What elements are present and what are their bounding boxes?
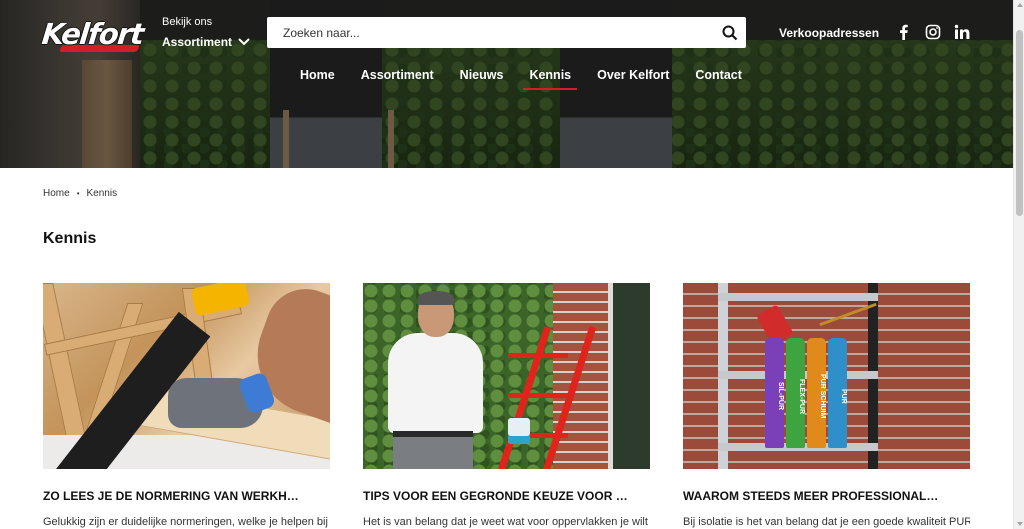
header-hero: Kelfort Bekijk ons Assortiment Verkoopad…: [0, 0, 1013, 168]
article-title[interactable]: ZO LEES JE DE NORMERING VAN WERKH…: [43, 489, 330, 503]
article-title[interactable]: WAAROM STEEDS MEER PROFESSIONAL…: [683, 489, 970, 503]
nav-home[interactable]: Home: [300, 68, 335, 88]
nav-contact[interactable]: Contact: [695, 68, 742, 88]
can-label: FLEX-PUR: [786, 338, 805, 448]
chevron-down-icon: [238, 38, 250, 46]
social-links: [896, 24, 970, 40]
assortment-dropdown[interactable]: Bekijk ons Assortiment: [162, 15, 250, 52]
scrollbar-thumb[interactable]: [1016, 30, 1023, 216]
instagram-icon[interactable]: [925, 24, 941, 40]
can-label: SIL-PUR: [765, 338, 784, 448]
article-title[interactable]: TIPS VOOR EEN GEGRONDE KEUZE VOOR …: [363, 489, 650, 503]
article-excerpt: Gelukkig zijn er duidelijke normeringen,…: [43, 516, 328, 528]
nav-nieuws[interactable]: Nieuws: [460, 68, 504, 88]
article-image-pur-cans[interactable]: SIL-PUR FLEX-PUR PUR SCHUIM PUR: [683, 283, 970, 469]
can-label: PUR SCHUIM: [807, 338, 826, 448]
article-excerpt: Het is van belang dat je weet wat voor o…: [363, 516, 648, 528]
article-image-ladder[interactable]: [363, 283, 650, 469]
page-title: Kennis: [43, 230, 97, 247]
search-button[interactable]: [714, 17, 746, 48]
article-card[interactable]: SIL-PUR FLEX-PUR PUR SCHUIM PUR WAAROM S…: [683, 283, 970, 528]
search-icon: [722, 25, 738, 40]
scroll-down-icon[interactable]: [1017, 522, 1023, 526]
breadcrumb: Home • Kennis: [43, 188, 117, 199]
article-excerpt: Bij isolatie is het van belang dat je ee…: [683, 516, 970, 528]
page-scrollbar[interactable]: [1013, 0, 1024, 529]
article-card[interactable]: ZO LEES JE DE NORMERING VAN WERKH… Geluk…: [43, 283, 330, 528]
assortment-caption: Bekijk ons: [162, 16, 213, 28]
breadcrumb-current[interactable]: Kennis: [87, 188, 118, 199]
can-label: PUR: [828, 338, 847, 448]
linkedin-icon[interactable]: [954, 24, 970, 40]
nav-assortiment[interactable]: Assortiment: [361, 68, 434, 88]
assortment-toggle[interactable]: Assortiment: [162, 32, 250, 52]
nav-kennis[interactable]: Kennis: [523, 68, 577, 90]
breadcrumb-home[interactable]: Home: [43, 188, 70, 199]
kelfort-logo[interactable]: Kelfort: [40, 17, 144, 52]
search-input[interactable]: [267, 17, 714, 48]
article-card[interactable]: TIPS VOOR EEN GEGRONDE KEUZE VOOR … Het …: [363, 283, 650, 528]
nav-over-kelfort[interactable]: Over Kelfort: [597, 68, 669, 88]
article-image-saw[interactable]: [43, 283, 330, 469]
logo-text: Kelfort: [40, 17, 145, 51]
breadcrumb-separator: •: [76, 189, 80, 198]
search-bar: [267, 17, 746, 48]
main-navigation: Home Assortiment Nieuws Kennis Over Kelf…: [300, 68, 742, 90]
verkoopadressen-link[interactable]: Verkoopadressen: [779, 26, 879, 40]
scroll-up-icon[interactable]: [1017, 3, 1023, 7]
facebook-icon[interactable]: [896, 24, 912, 40]
assortment-label: Assortiment: [162, 35, 233, 49]
